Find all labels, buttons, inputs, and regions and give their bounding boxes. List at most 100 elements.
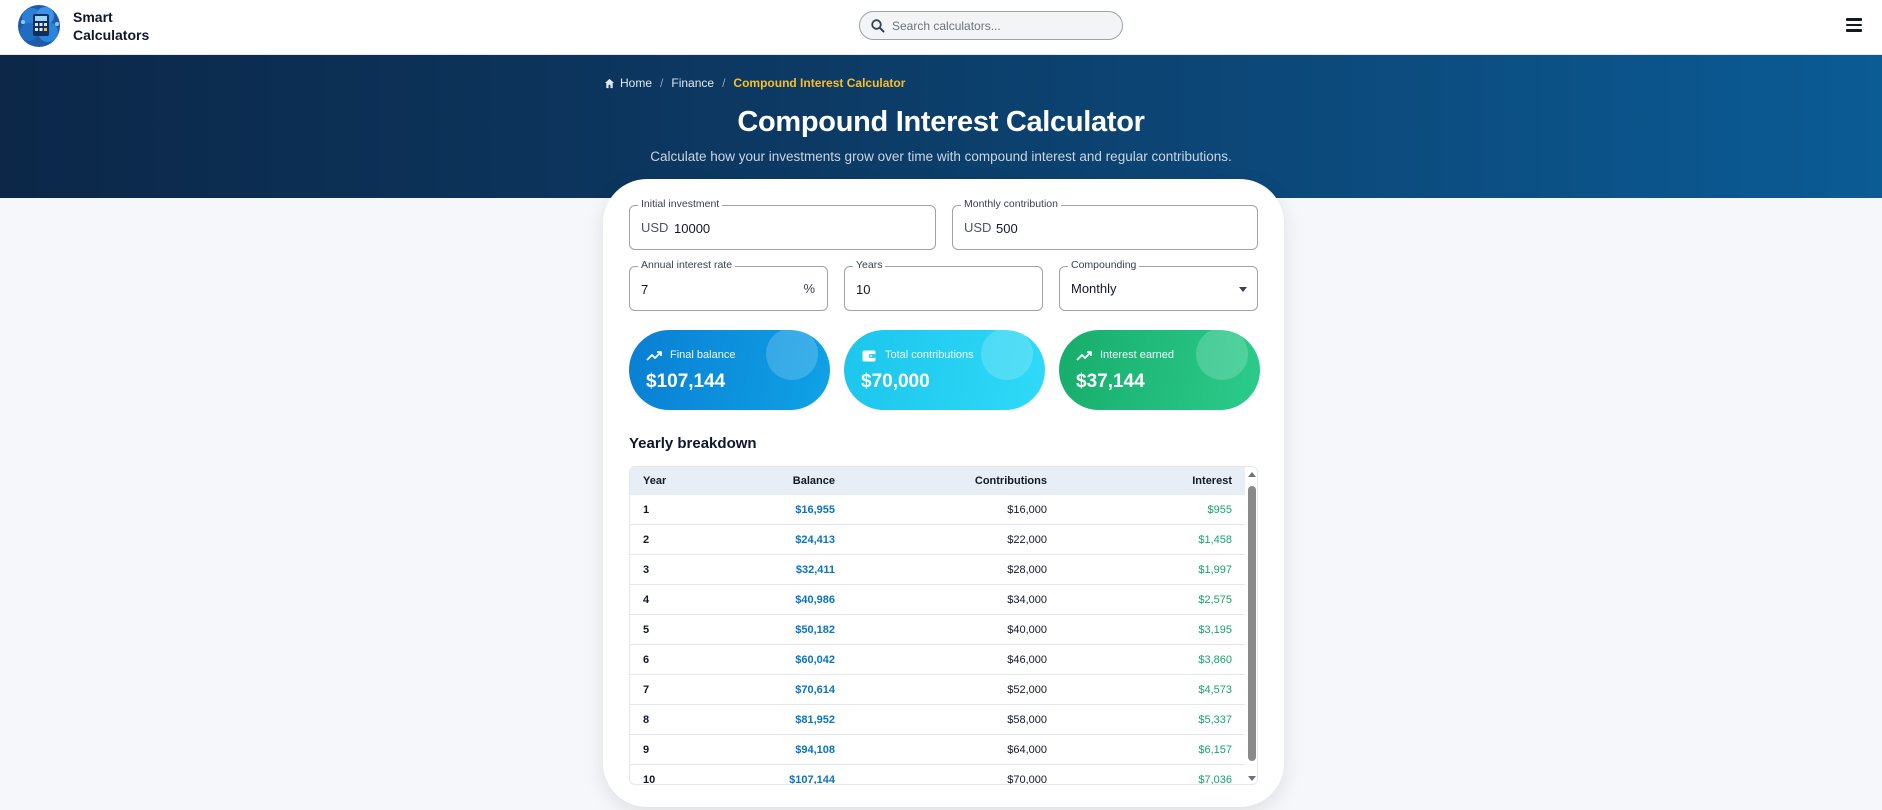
cell-contributions: $22,000 — [1007, 534, 1047, 546]
cell-year: 2 — [643, 534, 650, 546]
interest-earned-label: Interest earned — [1100, 349, 1174, 361]
table-row: 6 $60,042 $46,000 $3,860 — [630, 645, 1245, 675]
search-box[interactable] — [859, 11, 1123, 40]
decorative-bubble — [981, 330, 1033, 380]
decorative-bubble — [766, 330, 818, 380]
interest-earned-value: $37,144 — [1076, 371, 1145, 392]
top-navigation-bar: Smart Calculators — [0, 0, 1882, 55]
yearly-breakdown-table[interactable]: Year Balance Contributions Interest 1 $1… — [629, 466, 1258, 785]
decorative-bubble — [1196, 330, 1248, 380]
cell-year: 9 — [643, 744, 650, 756]
table-row: 9 $94,108 $64,000 $6,157 — [630, 735, 1245, 765]
table-row: 8 $81,952 $58,000 $5,337 — [630, 705, 1245, 735]
breadcrumb-home[interactable]: Home — [604, 76, 652, 90]
cell-contributions: $16,000 — [1007, 504, 1047, 516]
cell-balance: $32,411 — [795, 564, 835, 576]
wallet-icon — [862, 350, 876, 362]
annual-interest-rate-field[interactable]: Annual interest rate % — [629, 259, 828, 311]
search-input[interactable] — [892, 16, 1112, 36]
cell-interest: $955 — [1207, 504, 1232, 516]
page-title: Compound Interest Calculator — [737, 106, 1145, 138]
table-row: 7 $70,614 $52,000 $4,573 — [630, 675, 1245, 705]
brain-calculator-logo[interactable] — [15, 2, 67, 48]
breadcrumb-finance[interactable]: Finance — [671, 76, 714, 90]
cell-interest: $1,997 — [1198, 564, 1232, 576]
cell-balance: $24,413 — [795, 534, 835, 546]
column-header-year[interactable]: Year — [643, 475, 666, 487]
final-balance-card: Final balance $107,144 — [629, 330, 830, 410]
brand-name[interactable]: Smart Calculators — [73, 8, 149, 44]
cell-contributions: $40,000 — [1007, 624, 1047, 636]
initial-investment-label: Initial investment — [638, 198, 723, 210]
cell-balance: $60,042 — [795, 654, 835, 666]
monthly-contribution-input[interactable] — [996, 217, 1236, 239]
percent-suffix: % — [803, 281, 815, 296]
cell-balance: $81,952 — [795, 714, 835, 726]
cell-balance: $107,144 — [789, 774, 835, 785]
column-header-interest[interactable]: Interest — [1192, 475, 1232, 487]
years-input[interactable] — [856, 278, 1026, 300]
table-row: 3 $32,411 $28,000 $1,997 — [630, 555, 1245, 585]
table-row: 5 $50,182 $40,000 $3,195 — [630, 615, 1245, 645]
scroll-up-arrow-icon[interactable] — [1248, 472, 1256, 477]
cell-contributions: $28,000 — [1007, 564, 1047, 576]
chevron-down-icon — [1239, 287, 1247, 292]
brand-line-1: Smart — [73, 9, 113, 25]
cell-contributions: $34,000 — [1007, 594, 1047, 606]
annual-interest-rate-label: Annual interest rate — [638, 259, 736, 271]
cell-contributions: $52,000 — [1007, 684, 1047, 696]
cell-contributions: $64,000 — [1007, 744, 1047, 756]
table-row: 4 $40,986 $34,000 $2,575 — [630, 585, 1245, 615]
cell-balance: $16,955 — [795, 504, 835, 516]
cell-balance: $40,986 — [795, 594, 835, 606]
breadcrumb-separator: / — [660, 76, 664, 90]
scroll-down-arrow-icon[interactable] — [1248, 776, 1256, 781]
final-balance-label: Final balance — [670, 349, 736, 361]
table-row: 10 $107,144 $70,000 $7,036 — [630, 765, 1245, 785]
table-header: Year Balance Contributions Interest — [630, 467, 1245, 495]
compounding-select[interactable]: Compounding Monthly — [1059, 259, 1258, 311]
total-contributions-label: Total contributions — [885, 349, 974, 361]
cell-contributions: $70,000 — [1007, 774, 1047, 785]
trending-up-icon — [646, 351, 662, 361]
cell-balance: $50,182 — [795, 624, 835, 636]
years-field[interactable]: Years — [844, 259, 1043, 311]
cell-year: 7 — [643, 684, 650, 696]
initial-investment-field[interactable]: Initial investment USD — [629, 198, 936, 250]
table-scrollbar[interactable] — [1245, 467, 1257, 784]
breadcrumb-current: Compound Interest Calculator — [733, 76, 906, 90]
monthly-contribution-label: Monthly contribution — [961, 198, 1061, 210]
cell-balance: $70,614 — [795, 684, 835, 696]
scrollbar-thumb[interactable] — [1248, 486, 1256, 761]
cell-year: 6 — [643, 654, 650, 666]
monthly-contribution-field[interactable]: Monthly contribution USD — [952, 198, 1258, 250]
search-icon — [871, 19, 885, 33]
cell-interest: $4,573 — [1198, 684, 1232, 696]
years-label: Years — [853, 259, 886, 271]
cell-year: 4 — [643, 594, 650, 606]
cell-interest: $6,157 — [1198, 744, 1232, 756]
breadcrumb-separator: / — [722, 76, 726, 90]
cell-interest: $1,458 — [1198, 534, 1232, 546]
annual-interest-rate-input[interactable] — [641, 278, 781, 300]
initial-investment-input[interactable] — [674, 217, 914, 239]
cell-year: 3 — [643, 564, 650, 576]
currency-prefix: USD — [641, 220, 669, 235]
final-balance-value: $107,144 — [646, 371, 726, 392]
home-icon — [604, 78, 615, 88]
cell-interest: $7,036 — [1198, 774, 1232, 785]
table-row: 1 $16,955 $16,000 $955 — [630, 495, 1245, 525]
column-header-balance[interactable]: Balance — [793, 475, 835, 487]
currency-prefix: USD — [964, 220, 992, 235]
breadcrumb-home-label: Home — [620, 76, 653, 90]
cell-balance: $94,108 — [795, 744, 835, 756]
cell-interest: $5,337 — [1198, 714, 1232, 726]
total-contributions-card: Total contributions $70,000 — [844, 330, 1045, 410]
cell-interest: $3,195 — [1198, 624, 1232, 636]
yearly-breakdown-title: Yearly breakdown — [629, 435, 757, 452]
page-subtitle: Calculate how your investments grow over… — [650, 149, 1232, 164]
interest-earned-card: Interest earned $37,144 — [1059, 330, 1260, 410]
hamburger-menu-icon[interactable] — [1844, 15, 1864, 35]
cell-contributions: $46,000 — [1007, 654, 1047, 666]
column-header-contributions[interactable]: Contributions — [975, 475, 1047, 487]
